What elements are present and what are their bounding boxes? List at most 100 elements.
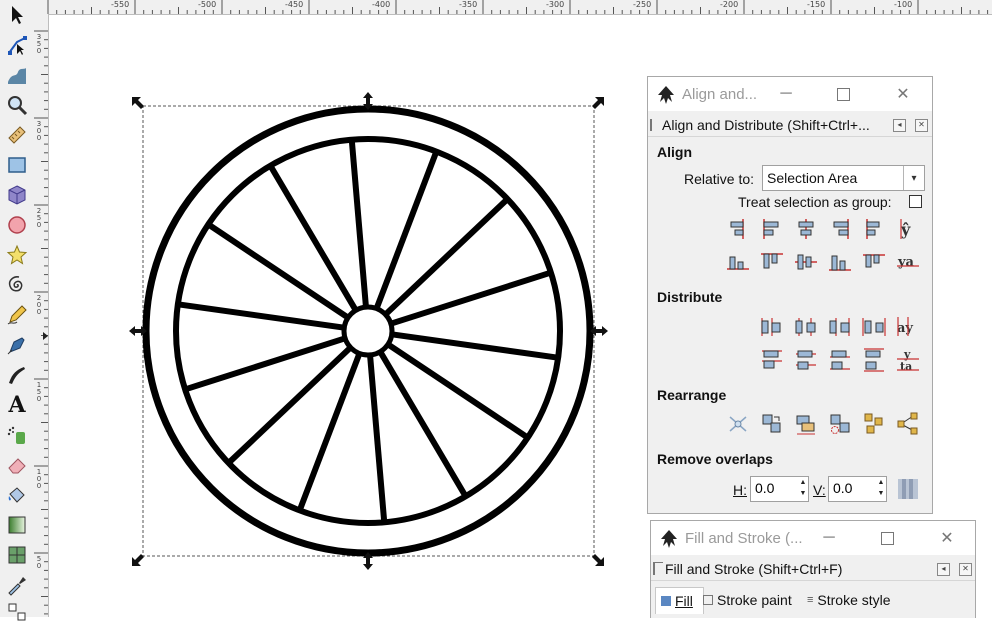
box3d-tool-icon[interactable] (4, 183, 30, 207)
wheel-hub[interactable] (341, 304, 395, 358)
distribute-gaps-horizontal-button[interactable] (861, 314, 887, 340)
wheel-spoke[interactable] (348, 141, 369, 308)
align-top-to-bottom-edge-button[interactable] (861, 249, 887, 275)
maximize-button[interactable] (873, 526, 901, 550)
svg-text:ya: ya (897, 255, 915, 270)
close-panel-icon[interactable]: ✕ (915, 119, 928, 132)
distribute-bottom-edges-button[interactable] (827, 347, 853, 373)
spiral-tool-icon[interactable] (4, 273, 30, 297)
distribute-baselines-vertical-button[interactable]: y ta (895, 347, 921, 373)
distribute-left-edges-button[interactable] (759, 314, 785, 340)
align-bottom-edges-button[interactable] (827, 249, 853, 275)
align-text-baseline-vertical-button[interactable]: ŷ (895, 216, 921, 242)
connector-tool-icon[interactable] (4, 600, 30, 624)
tab-stroke-style[interactable]: ≡ Stroke style (807, 587, 891, 613)
scale-handle-bottom-right[interactable] (592, 554, 604, 566)
spray-tool-icon[interactable] (4, 423, 30, 447)
node-tool-icon[interactable] (4, 33, 30, 57)
relative-to-select[interactable]: Selection Area ▾ (762, 165, 925, 191)
wheel-spoke[interactable] (377, 350, 468, 497)
h-gap-spinbox[interactable]: 0.0 ▲ ▼ (750, 476, 809, 502)
wheel-spoke[interactable] (383, 198, 509, 317)
wheel-spoke[interactable] (208, 223, 350, 321)
wheel-spoke[interactable] (179, 301, 345, 331)
pencil-tool-icon[interactable] (4, 303, 30, 327)
measure-tool-icon[interactable] (4, 123, 30, 147)
spin-arrows-icon[interactable]: ▲ ▼ (798, 477, 808, 501)
star-tool-icon[interactable] (4, 243, 30, 267)
scale-handle-top-right[interactable] (592, 97, 604, 109)
tweak-tool-icon[interactable] (4, 63, 30, 87)
distribute-centers-vertical-button[interactable] (793, 347, 819, 373)
eraser-tool-icon[interactable] (4, 453, 30, 477)
center-vertical-axis-button[interactable] (793, 216, 819, 242)
wheel-drawing[interactable] (142, 105, 594, 557)
align-bottom-to-top-edge-button[interactable] (725, 249, 751, 275)
distribute-baselines-horizontal-button[interactable]: ay (895, 314, 921, 340)
tab-fill[interactable]: Fill (655, 587, 704, 614)
ruler-ticks (47, 0, 989, 14)
exchange-positions-stacking-order-button[interactable] (793, 411, 819, 437)
align-top-edges-button[interactable] (759, 249, 785, 275)
maximize-button[interactable] (829, 82, 857, 106)
close-button[interactable]: ✕ (889, 82, 917, 106)
paint-bucket-tool-icon[interactable] (4, 483, 30, 507)
iconify-icon[interactable]: ◂ (893, 119, 906, 132)
fill-icon (661, 596, 671, 606)
calligraphy-tool-icon[interactable] (4, 363, 30, 387)
align-left-edges-button[interactable] (759, 216, 785, 242)
wheel-spoke[interactable] (373, 152, 439, 310)
minimize-button[interactable]: ─ (815, 526, 843, 550)
close-panel-icon[interactable]: ✕ (959, 563, 972, 576)
mesh-tool-icon[interactable] (4, 543, 30, 567)
wheel-spoke[interactable] (367, 354, 388, 521)
vertical-ruler[interactable]: 350 300 250 200 150 100 50 (34, 14, 49, 617)
window-titlebar[interactable]: Align and... ─ ✕ (648, 77, 932, 111)
wheel-spoke[interactable] (268, 165, 359, 312)
horizontal-ruler[interactable]: -550 -500 -450 -400 -350 -300 -250 -200 … (34, 0, 992, 15)
distribute-top-edges-button[interactable] (759, 347, 785, 373)
ellipse-tool-icon[interactable] (4, 213, 30, 237)
randomize-centers-button[interactable] (861, 411, 887, 437)
minimize-button[interactable]: ─ (772, 82, 800, 106)
exchange-positions-selection-order-button[interactable] (759, 411, 785, 437)
scale-handle-bottom-left[interactable] (132, 554, 144, 566)
remove-overlaps-button[interactable] (895, 476, 921, 502)
zoom-tool-icon[interactable] (4, 93, 30, 117)
unclump-objects-button[interactable] (895, 411, 921, 437)
dialog-grip-icon (653, 562, 663, 575)
text-tool-icon[interactable]: A (4, 392, 30, 418)
wheel-spoke[interactable] (186, 335, 347, 392)
center-horizontal-axis-button[interactable] (793, 249, 819, 275)
v-gap-spinbox[interactable]: 0.0 ▲ ▼ (828, 476, 887, 502)
close-button[interactable]: ✕ (933, 526, 961, 550)
rectangle-tool-icon[interactable] (4, 153, 30, 177)
gradient-tool-icon[interactable] (4, 513, 30, 537)
align-right-to-left-edge-button[interactable] (725, 216, 751, 242)
window-titlebar[interactable]: Fill and Stroke (... ─ ✕ (651, 521, 975, 555)
distribute-right-edges-button[interactable] (827, 314, 853, 340)
dialog-grip-icon (650, 119, 660, 131)
exchange-positions-graph-button[interactable] (725, 411, 751, 437)
align-text-baseline-horizontal-button[interactable]: ya (895, 249, 921, 275)
wheel-spoke[interactable] (297, 352, 363, 510)
pen-tool-icon[interactable] (4, 333, 30, 357)
align-right-edges-button[interactable] (827, 216, 853, 242)
exchange-positions-clockwise-button[interactable] (827, 411, 853, 437)
tab-stroke-paint[interactable]: Stroke paint (703, 587, 792, 613)
selector-tool-icon[interactable] (4, 3, 30, 27)
wheel-spoke[interactable] (389, 270, 550, 327)
ruler-label: 250 (36, 207, 42, 229)
iconify-icon[interactable]: ◂ (937, 563, 950, 576)
distribute-centers-horizontal-button[interactable] (793, 314, 819, 340)
dropper-tool-icon[interactable] (4, 573, 30, 597)
wheel-spoke[interactable] (386, 341, 528, 439)
distribute-gaps-vertical-button[interactable] (861, 347, 887, 373)
wheel-spoke[interactable] (391, 331, 557, 361)
scale-handle-top-left[interactable] (132, 97, 144, 109)
inkscape-logo-icon (658, 86, 674, 104)
align-left-to-right-edge-button[interactable] (861, 216, 887, 242)
wheel-spoke[interactable] (227, 345, 353, 464)
treat-group-checkbox[interactable] (909, 195, 922, 208)
spin-arrows-icon[interactable]: ▲ ▼ (876, 477, 886, 501)
